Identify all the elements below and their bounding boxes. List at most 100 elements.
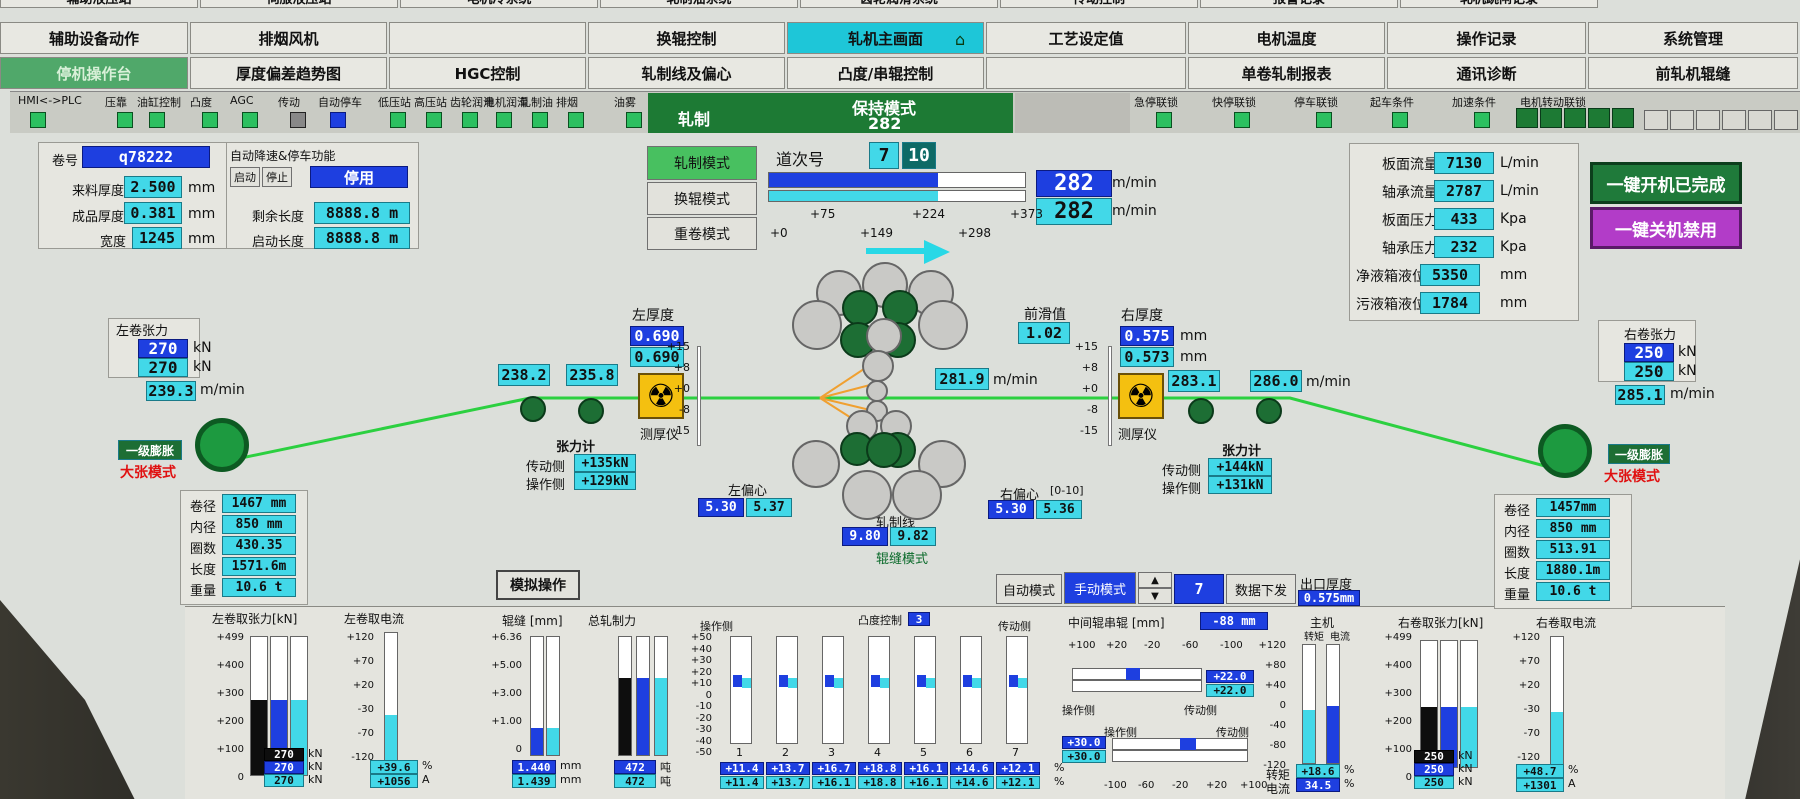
- right-deflector-roll-1: [1188, 398, 1214, 424]
- nav-top-2[interactable]: 电机冷系统: [400, 0, 598, 8]
- interlock-cell-0: [1516, 108, 1538, 128]
- crown-mark2-6: [1018, 678, 1027, 688]
- right-tension-u2: kN: [1678, 363, 1697, 379]
- nav-bot-2[interactable]: HGC控制: [389, 57, 586, 89]
- pass-select-value[interactable]: 7: [1174, 574, 1224, 604]
- status-led-12: [568, 112, 584, 128]
- param-value-4: 5350: [1420, 264, 1480, 286]
- status-led-2: [149, 112, 165, 128]
- status-right-led-2: [1316, 112, 1332, 128]
- status-led-7: [390, 112, 406, 128]
- nav-bot-7[interactable]: 通讯诊断: [1387, 57, 1586, 89]
- left-reel-speed: 239.3: [146, 381, 196, 401]
- mid-line-speed: 281.9: [935, 368, 989, 390]
- left-tm-drive: +135kN: [574, 454, 636, 472]
- pass-up-button[interactable]: ▲: [1138, 572, 1172, 588]
- speed-tick-bot-0: +0: [770, 226, 788, 240]
- crown-idx-1: 2: [782, 746, 789, 759]
- left-coil-label-3: 长度: [190, 563, 217, 578]
- nav-mid-2[interactable]: [389, 22, 586, 54]
- gap-tick-2: +3.00: [491, 688, 522, 699]
- left-tension-title: 左卷张力: [116, 324, 169, 339]
- interlock-cell-2: [1564, 108, 1586, 128]
- nav-bot-4[interactable]: 凸度/串辊控制: [787, 57, 984, 89]
- nav-top-6[interactable]: 报警记录: [1200, 0, 1398, 8]
- data-send-button[interactable]: 数据下发: [1226, 574, 1296, 604]
- right-coil-value-3: 1880.1m: [1536, 561, 1610, 580]
- left-reel-icon: [195, 418, 249, 472]
- pass-line-v1: 9.80: [842, 527, 888, 546]
- right-coil-label-0: 卷径: [1504, 504, 1531, 519]
- crown-r2-0: +11.4: [720, 776, 764, 789]
- nav-bot-1[interactable]: 厚度偏差趋势图: [190, 57, 387, 89]
- lc-bar: [384, 632, 398, 762]
- nav-top-4[interactable]: 齿轮润滑系统: [800, 0, 998, 8]
- crown-tick-9: -40: [695, 735, 712, 747]
- right-ecc-v1: 5.30: [988, 500, 1034, 519]
- nav-mid-5[interactable]: 工艺设定值: [986, 22, 1186, 54]
- nav-bot-5[interactable]: [986, 57, 1186, 89]
- nav-top-1[interactable]: 伺服液压站: [200, 0, 398, 8]
- nav-mid-0[interactable]: 辅助设备动作: [0, 22, 188, 54]
- nav-mid-1[interactable]: 排烟风机: [190, 22, 387, 54]
- right-thick-u2: mm: [1180, 349, 1208, 365]
- nav-bot-8[interactable]: 前轧机辊缝: [1588, 57, 1798, 89]
- nav-bot-3[interactable]: 轧制线及偏心: [588, 57, 785, 89]
- nav-mid-3[interactable]: 换辊控制: [588, 22, 785, 54]
- param-unit-0: L/min: [1500, 155, 1539, 171]
- crown-tick-4: +10: [690, 678, 712, 689]
- right-thick-v2: 0.573: [1120, 347, 1174, 367]
- nav-top-7[interactable]: 轧机跳闸记录: [1400, 0, 1598, 8]
- nav-mid-8[interactable]: 系统管理: [1588, 22, 1798, 54]
- shift-tick-1: +20: [1106, 640, 1128, 651]
- nav-mid-6[interactable]: 电机温度: [1188, 22, 1385, 54]
- nav-top-5[interactable]: 传动控制: [1000, 0, 1198, 8]
- param-unit-2: Kpa: [1500, 211, 1527, 227]
- status-right-led-4: [1474, 112, 1490, 128]
- hmi-screen: 轧制 保持模式 282 卷号 q78222 来料厚度 2.500 mm 成品厚度…: [0, 0, 1800, 799]
- status-led-5: [290, 112, 306, 128]
- main-tick-5: -80: [1269, 740, 1286, 751]
- crown-tick-6: -10: [695, 701, 712, 712]
- main-c: 电流: [1330, 632, 1350, 643]
- left-line-v1: 238.2: [498, 364, 550, 386]
- right-line-v2: 286.0: [1250, 370, 1302, 392]
- nav-mid-7[interactable]: 操作记录: [1387, 22, 1586, 54]
- crown-tick-5: 0: [705, 689, 712, 701]
- status-label-13: 油雾: [614, 96, 636, 109]
- lc-value-1: +39.6: [370, 760, 418, 774]
- gap-tick-4: 0: [515, 744, 522, 755]
- param-unit-3: Kpa: [1500, 239, 1527, 255]
- crown-r1-3: +18.8: [858, 762, 902, 775]
- param-unit-4: mm: [1500, 267, 1528, 283]
- interlock-cell-r2-5: [1774, 110, 1798, 130]
- simulate-button[interactable]: 模拟操作: [496, 570, 580, 600]
- interlock-cell-r2-3: [1722, 110, 1746, 130]
- left-tm-title: 张力计: [556, 440, 596, 455]
- crown-tick-1: +40: [690, 643, 712, 655]
- right-coil-label-4: 重量: [1504, 588, 1531, 603]
- crown-bar-1: [776, 636, 798, 744]
- nav-top-0[interactable]: 辅助液压站: [0, 0, 198, 8]
- nav-top-3[interactable]: 轧制油系统: [600, 0, 798, 8]
- nav-bot-6[interactable]: 单卷轧制报表: [1188, 57, 1385, 89]
- right-thick-tick-1: +8: [1081, 361, 1098, 374]
- right-line-unit: m/min: [1306, 374, 1351, 390]
- nav-bot-0[interactable]: 停机操作台: [0, 57, 188, 89]
- auto-mode-button[interactable]: 自动模式: [996, 574, 1062, 604]
- lc-tick-1: +70: [352, 656, 374, 667]
- manual-mode-button[interactable]: 手动模式: [1064, 572, 1136, 604]
- left-reel-speed-unit: m/min: [200, 382, 245, 398]
- left-tm-op: +129kN: [574, 472, 636, 490]
- right-thick-tick-4: -15: [1080, 424, 1098, 437]
- left-tension-u1: kN: [193, 340, 212, 356]
- left-coil-value-2: 430.35: [222, 536, 296, 555]
- right-expand-badge: 一级膨胀: [1608, 444, 1670, 464]
- crown-r1-0: +11.4: [720, 762, 764, 775]
- crown-bar-2: [822, 636, 844, 744]
- pass-down-button[interactable]: ▼: [1138, 588, 1172, 604]
- main-bar-c: [1326, 644, 1340, 764]
- gap-tick-0: +6.36: [491, 632, 522, 643]
- lc-value-2: +1056: [370, 774, 418, 788]
- right-tension-u1: kN: [1678, 344, 1697, 360]
